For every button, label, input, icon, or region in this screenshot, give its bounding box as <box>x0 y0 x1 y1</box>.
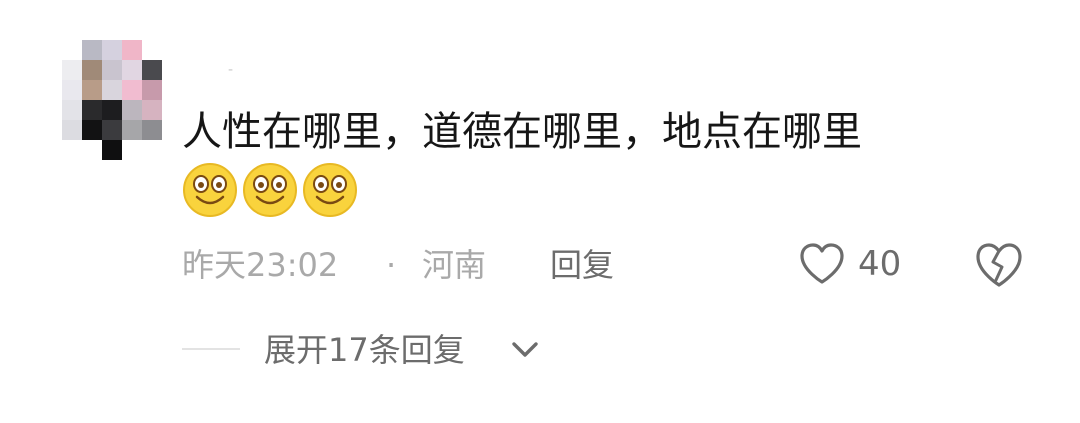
meta-separator: · <box>386 246 397 284</box>
expand-replies-button[interactable]: 展开17条回复 <box>264 326 538 374</box>
username[interactable]: - <box>228 66 258 74</box>
smile-emoji-icon <box>303 163 357 217</box>
expand-replies-label: 展开17条回复 <box>264 331 465 369</box>
comment-text: 人性在哪里，道德在哪里，地点在哪里 <box>182 109 862 155</box>
reply-button[interactable]: 回复 <box>550 240 614 290</box>
avatar[interactable] <box>62 40 162 160</box>
comment-location: 河南 <box>422 246 487 284</box>
chevron-down-icon <box>512 342 538 357</box>
dislike-button[interactable] <box>972 240 1026 290</box>
expand-divider <box>182 348 240 350</box>
broken-heart-icon <box>976 243 1022 287</box>
comment-item: - 人性在哪里，道德在哪里，地点在哪里 昨天23:02 · 河南 回复 40 展… <box>0 0 1080 423</box>
comment-time: 昨天23:02 <box>182 246 339 284</box>
smile-emoji-icon <box>183 163 237 217</box>
smile-emoji-icon <box>243 163 297 217</box>
like-count: 40 <box>858 244 902 284</box>
heart-outline-icon <box>800 243 844 284</box>
